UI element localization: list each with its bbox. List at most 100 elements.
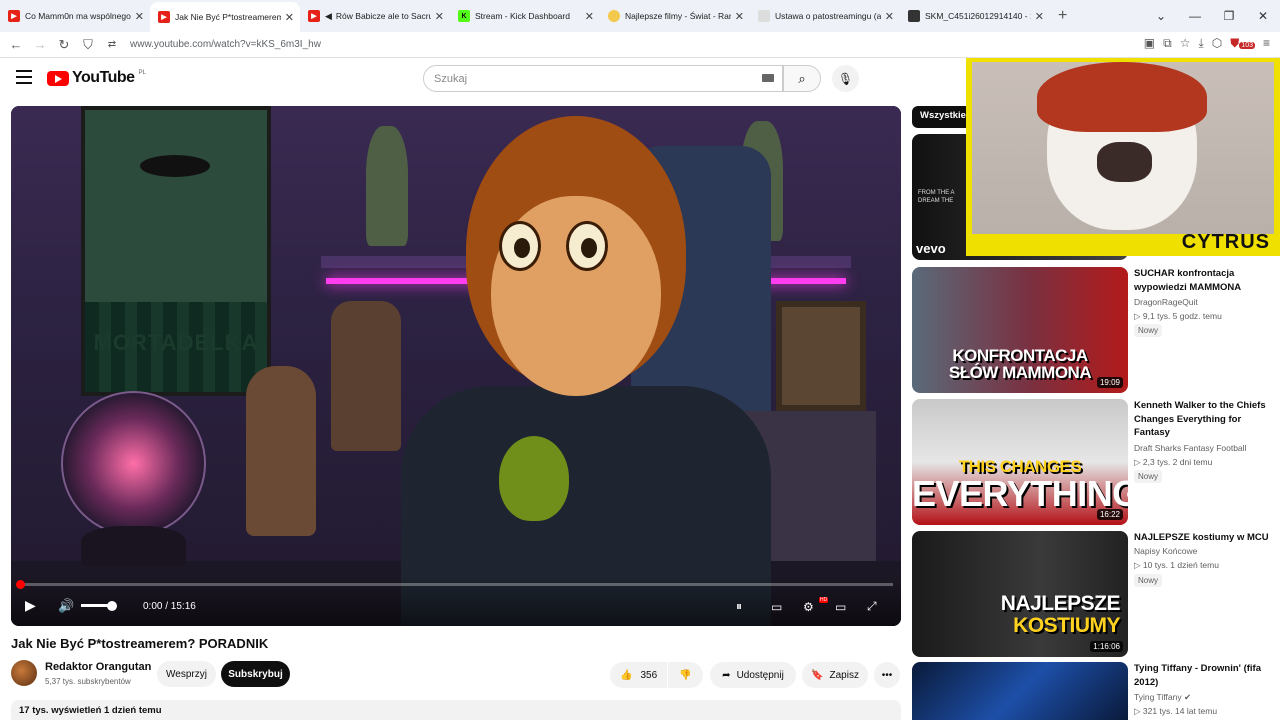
recommended-meta: ▷ 9,1 tys. 5 godz. temu bbox=[1134, 311, 1222, 321]
views-and-date: 17 tys. wyświetleń 1 dzień temu bbox=[19, 705, 162, 716]
recommended-channel[interactable]: DragonRageQuit bbox=[1134, 297, 1198, 307]
search-button[interactable]: ⌕ bbox=[783, 65, 821, 92]
play-icon[interactable]: ▶ bbox=[25, 597, 36, 614]
webcam-feed bbox=[972, 62, 1274, 234]
back-arrow-icon[interactable]: ← bbox=[4, 37, 28, 52]
support-button[interactable]: Wesprzyj bbox=[157, 661, 216, 687]
more-actions-button[interactable]: ••• bbox=[874, 662, 900, 688]
keyboard-icon[interactable] bbox=[762, 74, 774, 82]
settings-gear-icon[interactable]: ⚙ bbox=[803, 600, 814, 614]
browser-tab[interactable]: Najlepsze filmy - Świat - Rankin ✕ bbox=[600, 0, 750, 32]
volume-icon[interactable]: 🔊 bbox=[58, 598, 74, 614]
subscriber-count: 5,37 tys. subskrybentów bbox=[45, 677, 131, 686]
video-thumbnail[interactable]: THIS CHANGES EVERYTHING 16:22 bbox=[912, 399, 1128, 525]
video-frame: MORTADELKA bbox=[11, 106, 901, 626]
browser-tab[interactable]: SKM_C451i26012914140 - 10-R ✕ bbox=[900, 0, 1050, 32]
theater-mode-icon[interactable]: ▭ bbox=[835, 600, 846, 614]
url-text[interactable]: www.youtube.com/watch?v=kKS_6m3I_hw bbox=[130, 39, 321, 50]
description-box[interactable]: 17 tys. wyświetleń 1 dzień temu bbox=[11, 700, 901, 720]
video-player[interactable]: MORTADELKA ▶ 🔊 0:00 / 15:16 ⏸ ▭ ⚙ HD ▭ ⤢ bbox=[11, 106, 901, 626]
close-icon[interactable]: ✕ bbox=[285, 11, 294, 24]
new-tab-plus-icon[interactable]: + bbox=[1058, 7, 1067, 25]
thumbnail-text-line: NAJLEPSZE bbox=[1000, 592, 1121, 615]
progress-bar[interactable] bbox=[16, 580, 893, 589]
support-label: Wesprzyj bbox=[166, 668, 207, 680]
channel-name[interactable]: Redaktor Orangutan bbox=[45, 661, 151, 673]
hamburger-menu-icon[interactable] bbox=[16, 70, 32, 88]
youtube-logo[interactable]: YouTube PL bbox=[47, 69, 146, 87]
voice-search-button[interactable]: 🎙 bbox=[832, 65, 859, 92]
toolbar-extensions: ▣ ⧉ ☆ ⤓ ⬡ ⛊ 103 ≡ bbox=[1144, 36, 1270, 51]
share-button[interactable]: ➦ Udostępnij bbox=[710, 662, 796, 688]
progress-scrubber[interactable] bbox=[16, 580, 25, 589]
recommended-channel[interactable]: Napisy Końcowe bbox=[1134, 546, 1197, 556]
volume-knob[interactable] bbox=[107, 601, 117, 611]
ublock-icon[interactable]: ⛊ 103 bbox=[1230, 36, 1255, 51]
tab-title: SKM_C451i26012914140 - 10-R bbox=[925, 11, 1031, 21]
recommended-title[interactable]: NAJLEPSZE kostiumy w MCU bbox=[1134, 531, 1274, 545]
shield-icon[interactable]: ⛉ bbox=[76, 37, 100, 53]
close-icon[interactable]: ✕ bbox=[735, 10, 744, 23]
tab-list-chevron-icon[interactable]: ⌄ bbox=[1144, 9, 1178, 23]
youtube-icon: ▶ bbox=[308, 10, 320, 22]
search-input[interactable]: Szukaj bbox=[423, 65, 783, 92]
recommended-title[interactable]: Tying Tiffany - Drownin' (fifa 2012) bbox=[1134, 662, 1274, 689]
red-mask bbox=[1037, 62, 1207, 132]
close-icon[interactable]: ✕ bbox=[585, 10, 594, 23]
pip-icon[interactable]: ⧉ bbox=[1163, 36, 1172, 51]
subtitles-icon[interactable]: ▭ bbox=[771, 600, 782, 614]
browser-tab-active[interactable]: ▶ Jak Nie Być P*tostreamerem? P ✕ bbox=[150, 2, 300, 32]
youtube-icon: ▶ bbox=[8, 10, 20, 22]
reader-view-icon[interactable]: ▣ bbox=[1144, 36, 1155, 51]
browser-tab[interactable]: ▶ Co Mamm0n ma wspólnego z a ✕ bbox=[0, 0, 150, 32]
orangutan-eye bbox=[499, 221, 541, 271]
filter-chip-all[interactable]: Wszystkie bbox=[912, 106, 974, 128]
thumbnail-text-line: DREAM THE bbox=[918, 198, 954, 204]
download-icon[interactable]: ⤓ bbox=[1198, 36, 1203, 51]
close-window-icon[interactable]: ✕ bbox=[1246, 9, 1280, 23]
pause-autoplay-icon[interactable]: ⏸ bbox=[736, 599, 742, 614]
close-icon[interactable]: ✕ bbox=[435, 10, 444, 23]
close-icon[interactable]: ✕ bbox=[135, 10, 144, 23]
close-icon[interactable]: ✕ bbox=[1035, 10, 1044, 23]
subscribe-button[interactable]: Subskrybuj bbox=[221, 661, 290, 687]
wooden-statue bbox=[246, 366, 316, 536]
plasma-ball-base bbox=[81, 526, 186, 566]
recommended-channel[interactable]: Draft Sharks Fantasy Football bbox=[1134, 443, 1246, 453]
save-button[interactable]: 🔖 Zapisz bbox=[802, 662, 868, 688]
video-thumbnail[interactable]: NAJLEPSZE KOSTIUMY 1:16:06 bbox=[912, 531, 1128, 657]
thumbnail-text-line: FROM THE A bbox=[918, 190, 955, 196]
logo-wordmark: YouTube bbox=[72, 69, 135, 86]
channel-avatar[interactable] bbox=[11, 660, 37, 686]
menu-icon[interactable]: ≡ bbox=[1263, 36, 1270, 51]
extensions-icon[interactable]: ⬡ bbox=[1212, 36, 1222, 51]
forward-arrow-icon[interactable]: → bbox=[28, 37, 52, 52]
recommended-meta: ▷ 2,3 tys. 2 dni temu bbox=[1134, 457, 1213, 467]
ranking-site-icon bbox=[608, 10, 620, 22]
browser-tab[interactable]: Ustawa o patostreamingu (art. 2 ✕ bbox=[750, 0, 900, 32]
speaker-icon[interactable]: ◀ bbox=[325, 11, 332, 22]
time-display: 0:00 / 15:16 bbox=[143, 601, 196, 612]
video-thumbnail[interactable] bbox=[912, 662, 1128, 720]
fullscreen-icon[interactable]: ⤢ bbox=[867, 599, 877, 614]
restore-icon[interactable]: ❐ bbox=[1212, 9, 1246, 23]
alien-figurine bbox=[366, 126, 408, 246]
browser-tab[interactable]: ▶ ◀ Rów Babicze ale to Sacrum ✕ bbox=[300, 0, 450, 32]
like-button[interactable]: 👍 356 bbox=[610, 662, 667, 688]
recommended-channel-row[interactable]: Tying Tiffany ✔ bbox=[1134, 692, 1191, 703]
minimize-icon[interactable]: — bbox=[1178, 9, 1212, 23]
webcam-name-label: CYTRUS bbox=[1181, 231, 1270, 253]
recommended-title[interactable]: Kenneth Walker to the Chiefs Changes Eve… bbox=[1134, 399, 1274, 440]
close-icon[interactable]: ✕ bbox=[885, 10, 894, 23]
reload-icon[interactable]: ↻ bbox=[52, 37, 76, 53]
bookmark-star-icon[interactable]: ☆ bbox=[1180, 36, 1191, 51]
thumbnail-text: NAJLEPSZE KOSTIUMY bbox=[912, 593, 1128, 637]
recommended-title[interactable]: SUCHAR konfrontacja wypowiedzi MAMMONA bbox=[1134, 267, 1274, 294]
video-thumbnail[interactable]: KONFRONTACJA SŁÓW MAMMONA 19:09 bbox=[912, 267, 1128, 393]
recommended-channel[interactable]: Tying Tiffany bbox=[1134, 692, 1182, 702]
share-arrow-icon: ➦ bbox=[722, 669, 731, 681]
blocked-count-badge: 103 bbox=[1239, 42, 1255, 49]
browser-tab[interactable]: K Stream - Kick Dashboard ✕ bbox=[450, 0, 600, 32]
dislike-button[interactable]: 👎 bbox=[668, 662, 703, 688]
site-permissions-icon[interactable]: ⇄ bbox=[100, 39, 124, 50]
